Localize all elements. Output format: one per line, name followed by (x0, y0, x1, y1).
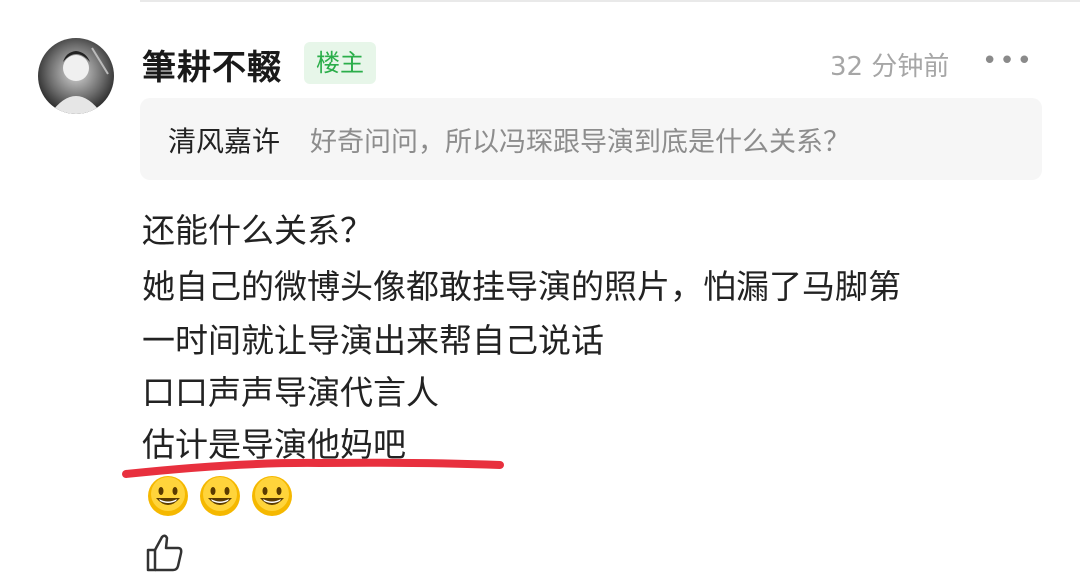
grinning-face-icon (148, 476, 188, 516)
comment-card: 筆耕不輟 楼主 32 分钟前 ••• 清风嘉许 好奇问问，所以冯琛跟导演到底是什… (0, 0, 1080, 587)
username[interactable]: 筆耕不輟 (142, 40, 282, 89)
comment-line: 一时间就让导演出来帮自己说话 (142, 321, 604, 360)
quote-text: 好奇问问，所以冯琛跟导演到底是什么关系？ (310, 127, 850, 158)
timestamp: 32 分钟前 (830, 52, 950, 82)
top-divider (140, 0, 1080, 2)
comment-line: 还能什么关系？ (142, 211, 373, 250)
grinning-face-icon (252, 476, 292, 516)
grinning-face-icon (200, 476, 240, 516)
comment-line: 她自己的微博头像都敢挂导演的照片，怕漏了马脚第 (142, 267, 901, 306)
quote-author[interactable]: 清风嘉许 (168, 120, 280, 160)
owner-badge: 楼主 (304, 42, 376, 84)
avatar[interactable] (38, 38, 114, 114)
more-options-button[interactable]: ••• (982, 46, 1032, 76)
thumbs-up-icon[interactable] (144, 532, 186, 574)
comment-line: 口口声声导演代言人 (142, 373, 439, 412)
